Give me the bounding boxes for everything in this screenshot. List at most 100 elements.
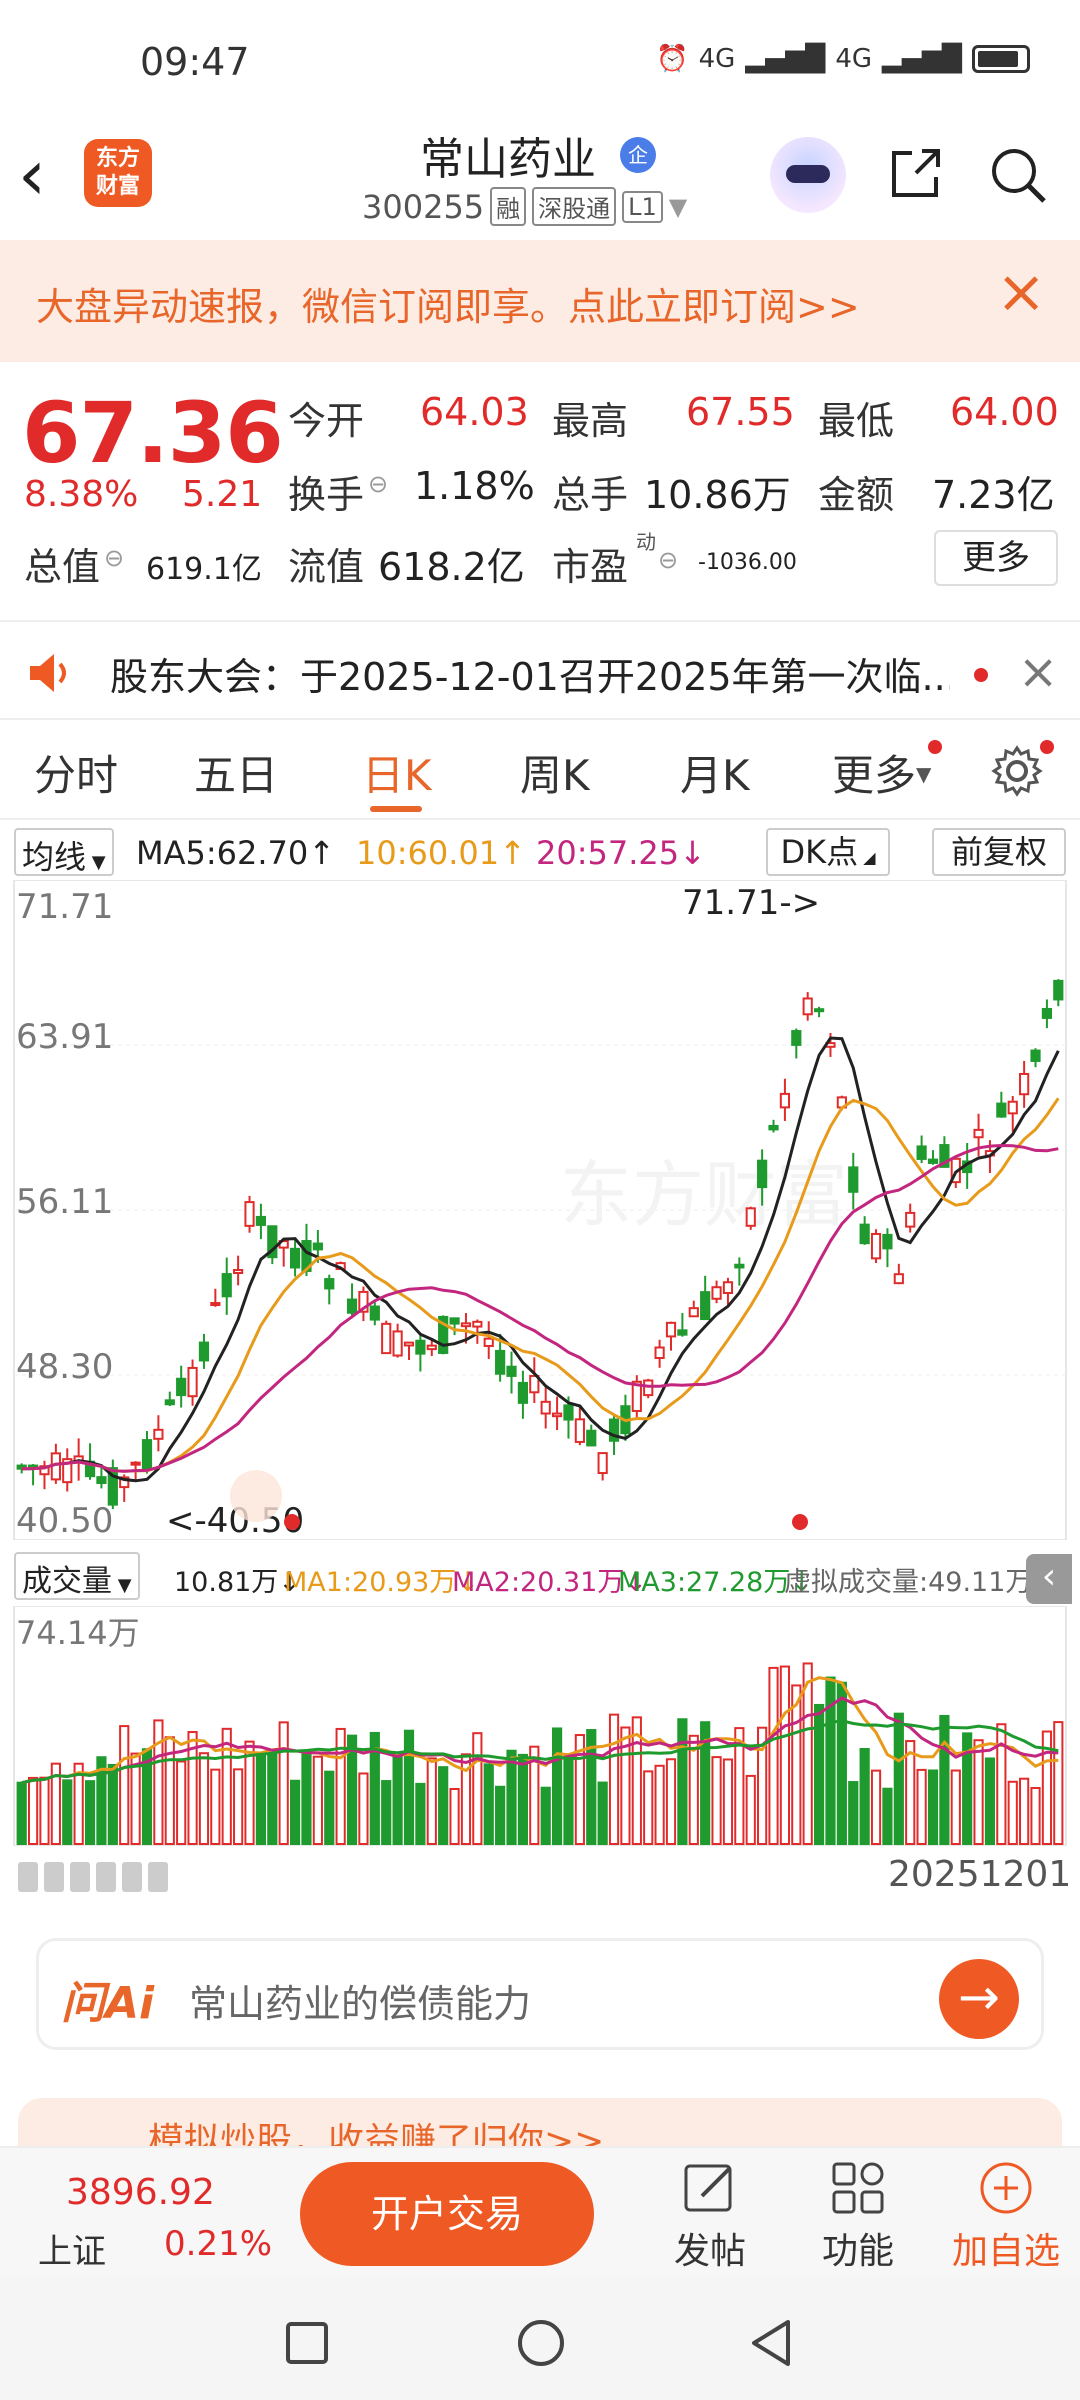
candle-body [768,1124,779,1131]
status-bar: 09:47 ⏰ 4G ▂▄▆█ 4G ▂▄▆█ [0,0,1080,130]
volume-bar [1007,1780,1018,1845]
stock-meta[interactable]: 300255 融 深股通 L1 ▼ [362,187,687,226]
back-nav-icon[interactable] [748,2318,796,2368]
candle-body [495,1349,506,1375]
volume-bar [551,1727,563,1845]
settings-gear-icon[interactable] [990,744,1044,798]
volume-bar [27,1776,39,1845]
logo-line-1: 东方 [95,146,140,171]
subscribe-banner[interactable]: 大盘异动速报，微信订阅即享。点此立即订阅>> × [0,240,1080,362]
volume-bar [517,1753,529,1846]
settings-dot [1040,740,1054,754]
turnover-label: 换手 [288,473,365,517]
index-percent[interactable]: 0.21% [164,2224,272,2264]
volume-value: 10.86万 [644,473,791,517]
search-icon[interactable] [986,143,1050,207]
signal-icon: ▂▄▆█ [745,44,826,74]
volume-bar [39,1776,50,1846]
change-amount: 5.21 [182,474,263,515]
battery-icon [972,45,1030,73]
volume-bar [893,1712,904,1845]
current-price: 67.36 [22,384,284,482]
ma-legend-bar: 均线 ▼ MA5:62.70↑ 10:60.01↑ 20:57.25↓ DK点 … [0,826,1080,880]
info-icon-3[interactable]: ⊖ [658,546,678,574]
volume-selector[interactable]: 成交量 ▼ [14,1552,140,1600]
volume-bar [176,1760,187,1845]
tab-weekly-k[interactable]: 周K [520,742,590,803]
dropdown-icon: ▼ [668,192,688,221]
tab-intraday[interactable]: 分时 [34,742,118,803]
arrow-right-icon[interactable]: → [939,1959,1019,2039]
share-icon[interactable] [886,143,946,203]
volume-bar [233,1768,244,1845]
index-name[interactable]: 上证 [38,2224,106,2273]
vol-value: 10.81万↓ [174,1567,301,1598]
home-icon[interactable] [516,2318,566,2368]
candle-body [779,1092,791,1109]
volume-bar [745,1774,756,1845]
function-button[interactable]: 功能 [798,2158,918,2274]
volume-bar [335,1727,346,1845]
candle-body [734,1263,745,1269]
tab-monthly-k[interactable]: 月K [680,742,750,803]
volume-bar [597,1781,608,1845]
volume-chart[interactable]: 74.14万 [0,1606,1080,1846]
amount-label: 金额 [818,473,895,517]
connect-tag: 深股通 [532,187,617,226]
signal-icon-2: ▂▄▆█ [882,44,962,74]
system-nav-bar [0,2276,1080,2400]
add-watchlist-button[interactable]: 加自选 [946,2158,1066,2274]
collapse-icon[interactable]: ‹ [1026,1554,1072,1604]
more-button[interactable]: 更多 [934,530,1058,586]
candle-body [722,1281,734,1294]
candle-body [905,1211,916,1228]
active-tab-indicator [370,806,422,812]
dk-point-button[interactable]: DK点 ◢ [766,828,890,876]
kline-chart[interactable]: 东方财富 71.71 63.91 56.11 48.30 40.50 71.71… [0,880,1080,1540]
alarm-icon: ⏰ [656,44,689,74]
candle-body [1041,1007,1053,1019]
candle-body [472,1320,483,1328]
candle-body [153,1428,164,1440]
close-icon[interactable]: × [996,262,1046,322]
candle-body [415,1339,426,1355]
trade-button[interactable]: 开户交易 [300,2162,594,2266]
network-label-2: 4G [835,44,873,74]
pe-value: -1036.00 [698,550,797,575]
volume-bar [1019,1777,1030,1846]
open-value: 64.03 [420,390,529,434]
scroll-indicator [18,1862,188,1892]
ai-question: 常山药业的偿债能力 [189,1982,532,2026]
candle-body [403,1341,415,1347]
back-button[interactable]: ‹ [18,140,78,215]
adjust-button[interactable]: 前复权 [932,828,1066,876]
candle-body [688,1307,699,1318]
close-icon[interactable]: × [1018,644,1058,700]
recent-apps-icon[interactable] [284,2320,330,2366]
candle-body [813,1008,825,1013]
ask-ai-box[interactable]: 问Ai 常山药业的偿债能力 → [36,1938,1044,2050]
volume-label: 总手 [552,473,629,517]
volume-bar [916,1768,927,1846]
candle-body [791,1030,802,1046]
unread-dot [974,668,988,682]
volume-bar [301,1749,312,1846]
post-button[interactable]: 发帖 [650,2158,770,2274]
announcement-bar[interactable]: 股东大会：于2025-12-01召开2025年第一次临... × [0,620,1080,720]
info-icon[interactable]: ⊖ [368,470,388,498]
tab-daily-k[interactable]: 日K [362,742,432,803]
volume-bar [608,1713,620,1845]
expand-icon[interactable] [230,1470,282,1522]
ai-assistant-icon[interactable] [770,137,846,213]
y-label-max: 71.71 [16,887,113,927]
promo-bar[interactable]: 模拟炒股，收益赚了归你>> [18,2098,1062,2148]
index-value[interactable]: 3896.92 [66,2172,215,2213]
tab-five-day[interactable]: 五日 [194,742,278,803]
volume-bar [939,1714,950,1845]
info-icon-2[interactable]: ⊖ [104,544,124,572]
volume-bar [768,1666,779,1845]
volume-bar [472,1732,483,1845]
ma-selector[interactable]: 均线 ▼ [14,828,114,876]
tab-more[interactable]: 更多 [832,742,916,803]
candle-body [346,1298,358,1314]
